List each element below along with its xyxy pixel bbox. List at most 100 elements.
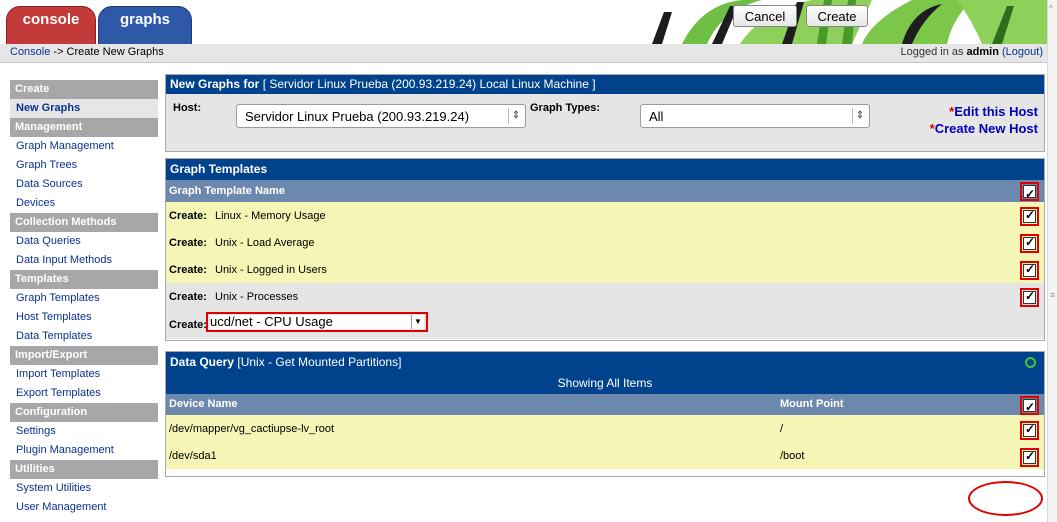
new-graphs-header: New Graphs for [ Servidor Linux Prueba (…	[166, 75, 1044, 94]
sidebar-item-system-utilities[interactable]: System Utilities	[10, 479, 158, 498]
graph-template-checkbox[interactable]	[1023, 235, 1036, 250]
sidebar-item-new-graphs[interactable]: New Graphs	[10, 99, 158, 118]
graph-templates-panel: Graph Templates Graph Template Name Crea…	[165, 158, 1045, 341]
create-label: Create:	[169, 210, 207, 222]
mount-point-column: Mount Point	[780, 398, 844, 410]
create-button-highlight	[968, 481, 1043, 516]
data-query-panel: Data Query [Unix - Get Mounted Partition…	[165, 351, 1045, 477]
top-header: console graphs	[0, 0, 1057, 48]
sidebar-item-export-templates[interactable]: Export Templates	[10, 384, 158, 403]
data-query-title: Data Query	[170, 355, 235, 369]
login-username: admin	[966, 46, 999, 58]
device-name-column: Device Name	[169, 398, 238, 410]
host-actions: *Edit this Host *Create New Host	[930, 104, 1038, 138]
select-arrows-icon: ⇕	[508, 108, 523, 124]
sidebar-item-data-sources[interactable]: Data Sources	[10, 175, 158, 194]
refresh-status-icon[interactable]	[1025, 357, 1036, 368]
breadcrumb: Console -> Create New Graphs	[10, 46, 164, 58]
login-prefix: Logged in as	[900, 46, 967, 58]
template-dropdown-row: Create: ucd/net - CPU Usage ▼	[166, 310, 1044, 339]
template-dropdown[interactable]: ucd/net - CPU Usage ▼	[210, 315, 424, 329]
new-graphs-title: New Graphs for	[170, 77, 260, 91]
login-status: Logged in as admin (Logout)	[900, 46, 1043, 58]
sidebar-item-data-input-methods[interactable]: Data Input Methods	[10, 251, 158, 270]
create-label: Create:	[169, 237, 207, 249]
new-graphs-panel: New Graphs for [ Servidor Linux Prueba (…	[165, 74, 1045, 152]
graph-template-checkbox[interactable]	[1023, 208, 1036, 223]
create-label: Create:	[169, 264, 207, 276]
host-select[interactable]: Servidor Linux Prueba (200.93.219.24) ⇕	[236, 104, 526, 128]
data-query-rows: /dev/mapper/vg_cactiupse-lv_root / /dev/sd…	[166, 415, 1044, 469]
graph-types-select[interactable]: All ⇕	[640, 104, 870, 128]
select-all-templates-checkbox[interactable]	[1023, 183, 1036, 205]
sidebar-item-settings[interactable]: Settings	[10, 422, 158, 441]
create-label: Create:	[169, 291, 207, 303]
template-dropdown-value: ucd/net - CPU Usage	[210, 314, 333, 329]
data-query-row[interactable]: /dev/sda1/boot	[166, 442, 1044, 469]
sidebar-menu: Create New Graphs Management Graph Manageme…	[10, 80, 158, 517]
partition-checkbox[interactable]	[1023, 422, 1036, 437]
data-query-name: [Unix - Get Mounted Partitions]	[234, 355, 402, 369]
scroll-grip-icon[interactable]: ≡	[1050, 290, 1055, 300]
device-name-cell: /dev/mapper/vg_cactiupse-lv_root	[169, 423, 335, 435]
sidebar-item-plugin-management[interactable]: Plugin Management	[10, 441, 158, 460]
breadcrumb-current: -> Create New Graphs	[50, 46, 164, 58]
partition-checkbox[interactable]	[1023, 449, 1036, 464]
sidebar-item-user-management[interactable]: User Management	[10, 498, 158, 517]
graph-template-row[interactable]: Create: Unix - Load Average	[166, 229, 1044, 256]
showing-items-bar: Showing All Items	[166, 373, 1044, 394]
host-select-value: Servidor Linux Prueba (200.93.219.24)	[245, 109, 470, 124]
graph-template-name: Unix - Processes	[215, 291, 299, 303]
sidebar-item-data-templates[interactable]: Data Templates	[10, 327, 158, 346]
sidebar-item-graph-management[interactable]: Graph Management	[10, 137, 158, 156]
create-host-link[interactable]: Create New Host	[935, 121, 1038, 136]
sidebar-section-header: Import/Export	[10, 346, 158, 365]
data-query-header: Data Query [Unix - Get Mounted Partition…	[166, 352, 1044, 373]
sidebar-section-header: Management	[10, 118, 158, 137]
tab-console[interactable]: console	[6, 6, 96, 48]
scroll-up-icon[interactable]: ^	[1049, 4, 1053, 13]
sidebar-item-import-templates[interactable]: Import Templates	[10, 365, 158, 384]
sidebar-section-header: Collection Methods	[10, 213, 158, 232]
breadcrumb-console-link[interactable]: Console	[10, 46, 50, 58]
sidebar-item-host-templates[interactable]: Host Templates	[10, 308, 158, 327]
breadcrumb-bar: Console -> Create New Graphs Logged in a…	[0, 44, 1047, 63]
new-graphs-host-info: [ Servidor Linux Prueba (200.93.219.24) …	[259, 77, 596, 91]
graph-template-row[interactable]: Create: Linux - Memory Usage	[166, 202, 1044, 229]
host-label: Host:	[173, 102, 202, 114]
data-query-row[interactable]: /dev/mapper/vg_cactiupse-lv_root /	[166, 415, 1044, 442]
graph-templates-column-header: Graph Template Name	[166, 180, 1044, 205]
edit-host-link[interactable]: Edit this Host	[954, 104, 1038, 119]
sidebar-section-header: Create	[10, 80, 158, 99]
graph-template-checkbox[interactable]	[1023, 289, 1036, 304]
graph-template-name: Unix - Logged in Users	[215, 264, 327, 276]
create-button[interactable]: Create	[806, 5, 868, 27]
sidebar-section-header: Templates	[10, 270, 158, 289]
dropdown-arrow-icon: ▼	[411, 315, 424, 329]
graph-template-name-column: Graph Template Name	[169, 185, 285, 197]
graph-template-name: Unix - Load Average	[215, 237, 315, 249]
graph-template-rows: Create: Linux - Memory Usage Create: Unix -…	[166, 202, 1044, 310]
sidebar-item-devices[interactable]: Devices	[10, 194, 158, 213]
cancel-button[interactable]: Cancel	[733, 5, 797, 27]
mount-point-cell: /boot	[780, 450, 805, 462]
graph-types-label: Graph Types:	[530, 102, 601, 114]
sidebar-section-header: Configuration	[10, 403, 158, 422]
graph-template-checkbox[interactable]	[1023, 262, 1036, 277]
data-query-column-header: Device Name Mount Point	[166, 394, 1044, 418]
vertical-scrollbar[interactable]: ^ ≡	[1047, 0, 1057, 522]
graph-template-row[interactable]: Create: Unix - Processes	[166, 283, 1044, 310]
tab-graphs[interactable]: graphs	[98, 6, 192, 48]
graph-template-row[interactable]: Create: Unix - Logged in Users	[166, 256, 1044, 283]
sidebar-section-header: Utilities	[10, 460, 158, 479]
sidebar-item-data-queries[interactable]: Data Queries	[10, 232, 158, 251]
sidebar-item-graph-trees[interactable]: Graph Trees	[10, 156, 158, 175]
select-arrows-icon: ⇕	[852, 108, 867, 124]
device-name-cell: /dev/sda1	[169, 450, 217, 462]
graph-template-name: Linux - Memory Usage	[215, 210, 326, 222]
select-all-partitions-checkbox[interactable]	[1023, 397, 1036, 418]
sidebar-item-graph-templates[interactable]: Graph Templates	[10, 289, 158, 308]
graph-types-value: All	[649, 109, 664, 124]
graph-templates-header: Graph Templates	[166, 159, 1044, 180]
logout-link[interactable]: (Logout)	[1002, 46, 1043, 58]
